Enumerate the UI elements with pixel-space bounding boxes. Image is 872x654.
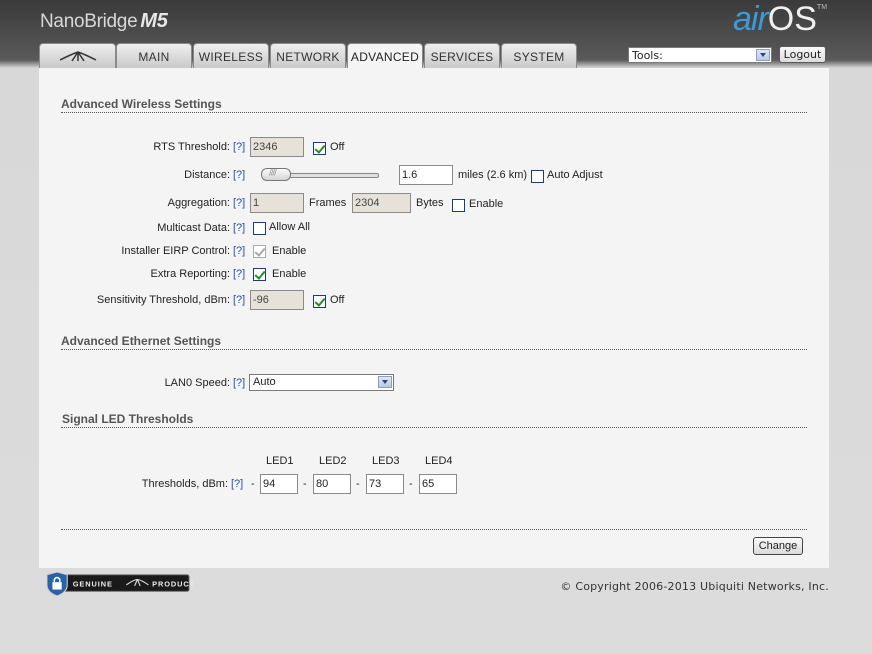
- aggregation-label: Aggregation:: [167, 197, 230, 209]
- chevron-down-icon: [756, 49, 770, 61]
- help-link[interactable]: [?]: [233, 169, 245, 181]
- led4-threshold-input[interactable]: 65: [419, 474, 457, 494]
- tools-select[interactable]: Tools:: [628, 47, 772, 63]
- divider: [61, 112, 807, 113]
- led4-header: LED4: [425, 455, 453, 467]
- section-title-wireless: Advanced Wireless Settings: [61, 97, 222, 111]
- auto-adjust-label: Auto Adjust: [547, 169, 603, 181]
- distance-label: Distance:: [184, 169, 230, 181]
- help-link[interactable]: [?]: [233, 245, 245, 257]
- distance-slider-handle[interactable]: [261, 168, 291, 181]
- chevron-down-icon: [378, 376, 392, 388]
- sensitivity-threshold-input[interactable]: -96: [250, 290, 304, 310]
- tab-main[interactable]: MAIN: [116, 43, 192, 68]
- tab-network[interactable]: NETWORK: [270, 43, 346, 68]
- dash-separator: -: [251, 478, 255, 490]
- sensitivity-off-checkbox[interactable]: [313, 295, 326, 308]
- lan0-speed-select[interactable]: Auto: [249, 374, 394, 391]
- led1-header: LED1: [266, 455, 294, 467]
- ubiquiti-logo-icon: [59, 51, 96, 62]
- logout-button[interactable]: Logout: [779, 46, 826, 63]
- extra-reporting-enable-label: Enable: [272, 268, 307, 280]
- distance-unit: miles (2.6 km): [458, 169, 528, 181]
- led3-threshold-input[interactable]: 73: [366, 474, 404, 494]
- multicast-allow-all-checkbox[interactable]: [253, 222, 266, 235]
- rts-off-checkbox[interactable]: [313, 142, 326, 155]
- help-link[interactable]: [?]: [233, 268, 245, 280]
- led1-threshold-input[interactable]: 94: [260, 474, 298, 494]
- help-link[interactable]: [?]: [233, 197, 245, 209]
- brand-name: NanoBridge M5: [40, 10, 168, 32]
- led2-header: LED2: [319, 455, 347, 467]
- divider: [61, 529, 807, 530]
- rts-threshold-input[interactable]: 2346: [250, 137, 304, 157]
- svg-text:PRODUCT: PRODUCT: [152, 579, 195, 588]
- genuine-product-badge: GENUINE PRODUCT: [46, 572, 195, 596]
- eirp-enable-checkbox[interactable]: [253, 245, 266, 258]
- aggregation-enable-label: Enable: [469, 198, 504, 210]
- help-link[interactable]: [?]: [233, 141, 245, 153]
- divider: [61, 349, 807, 350]
- lan0-speed-label: LAN0 Speed:: [164, 377, 230, 389]
- auto-adjust-checkbox[interactable]: [531, 170, 544, 183]
- dash-separator: -: [356, 478, 360, 490]
- aggregation-bytes-input[interactable]: 2304: [352, 193, 411, 213]
- sensitivity-off-label: Off: [330, 294, 345, 306]
- model-name: M5: [140, 10, 168, 32]
- section-title-led: Signal LED Thresholds: [62, 412, 194, 426]
- extra-reporting-checkbox[interactable]: [253, 268, 266, 281]
- led2-threshold-input[interactable]: 80: [313, 474, 351, 494]
- section-title-ethernet: Advanced Ethernet Settings: [61, 334, 222, 348]
- extra-reporting-label: Extra Reporting:: [150, 268, 230, 280]
- help-link[interactable]: [?]: [233, 377, 245, 389]
- dash-separator: -: [409, 478, 413, 490]
- bytes-label: Bytes: [416, 197, 444, 209]
- rts-off-label: Off: [330, 141, 345, 153]
- frames-label: Frames: [309, 197, 347, 209]
- svg-text:GENUINE: GENUINE: [73, 579, 113, 588]
- eirp-label: Installer EIRP Control:: [121, 245, 230, 257]
- tab-advanced[interactable]: ADVANCED: [347, 43, 423, 69]
- dash-separator: -: [303, 478, 307, 490]
- aggregation-frames-input[interactable]: 1: [250, 193, 304, 213]
- help-link[interactable]: [?]: [231, 478, 243, 490]
- rts-threshold-label: RTS Threshold:: [153, 141, 230, 153]
- aggregation-enable-checkbox[interactable]: [452, 199, 465, 212]
- tab-system[interactable]: SYSTEM: [501, 43, 577, 68]
- help-link[interactable]: [?]: [233, 222, 245, 234]
- multicast-allow-all-label: Allow All: [269, 221, 310, 233]
- help-link[interactable]: [?]: [233, 294, 245, 306]
- thresholds-label: Thresholds, dBm:: [141, 478, 228, 490]
- led3-header: LED3: [372, 455, 400, 467]
- tab-services[interactable]: SERVICES: [424, 43, 500, 68]
- divider: [61, 427, 807, 428]
- multicast-label: Multicast Data:: [157, 222, 230, 234]
- tab-wireless[interactable]: WIRELESS: [193, 43, 269, 68]
- eirp-enable-label: Enable: [272, 245, 307, 257]
- airos-logo: airOSTM: [733, 0, 828, 38]
- change-button[interactable]: Change: [753, 537, 803, 555]
- copyright-text: © Copyright 2006-2013 Ubiquiti Networks,…: [560, 580, 829, 593]
- sensitivity-threshold-label: Sensitivity Threshold, dBm:: [96, 294, 230, 306]
- distance-input[interactable]: 1.6: [399, 165, 453, 185]
- tab-ubiquiti-logo[interactable]: [39, 43, 116, 68]
